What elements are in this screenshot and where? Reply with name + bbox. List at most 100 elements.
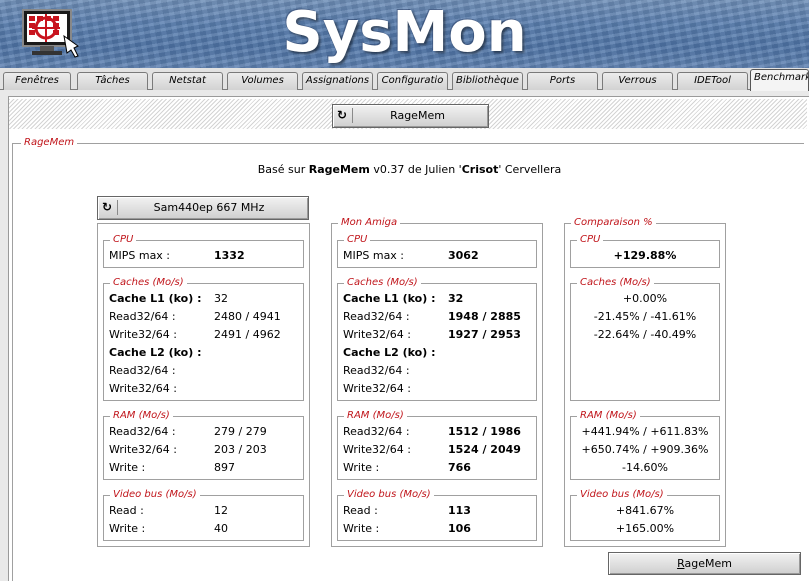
- machine-select-button[interactable]: ↻ Sam440ep 667 MHz: [97, 196, 309, 220]
- compare-ram-legend: RAM (Mo/s): [577, 409, 640, 423]
- ragemem-group-legend: RageMem: [21, 136, 78, 150]
- tab-bar: Fenêtres Tâches Netstat Volumes Assignat…: [0, 68, 809, 91]
- credit-suffix: ' Cervellera: [498, 163, 562, 176]
- refresh-icon: ↻: [337, 108, 353, 123]
- tab-taches[interactable]: Tâches: [77, 72, 148, 90]
- ref-l1-value: 32: [214, 292, 228, 305]
- mine-cpu-legend: CPU: [344, 233, 371, 247]
- compare-caches-legend: Caches (Mo/s): [577, 276, 654, 290]
- ref-l2-label: Cache L2 (ko) :: [109, 346, 202, 359]
- ref-ram-read-label: Read32/64 :: [109, 425, 176, 438]
- ragemem-run-label: ageMem: [684, 557, 732, 570]
- mine-video-read-label: Read :: [343, 504, 378, 517]
- mine-l1-label: Cache L1 (ko) :: [343, 292, 436, 305]
- ref-ram-legend: RAM (Mo/s): [110, 409, 173, 423]
- tab-configuration[interactable]: Configuratio: [377, 72, 448, 90]
- mine-column: Mon Amiga CPU MIPS max : 3062 Caches (Mo…: [331, 216, 543, 547]
- ragemem-top-button-label: RageMem: [390, 109, 445, 122]
- mine-l1-write-label: Write32/64 :: [343, 328, 411, 341]
- mine-video-group: Video bus (Mo/s) Read : 113 Write : 106: [337, 488, 537, 541]
- tab-fenetres[interactable]: Fenêtres: [3, 72, 71, 90]
- ref-mips-value: 1332: [214, 249, 245, 262]
- ref-l2-read-label: Read32/64 :: [109, 364, 176, 377]
- credit-nick: Crisot: [461, 163, 499, 176]
- tab-verrous[interactable]: Verrous: [602, 72, 673, 90]
- ragemem-run-button[interactable]: RageMem: [608, 552, 801, 575]
- mine-ram-legend: RAM (Mo/s): [344, 409, 407, 423]
- ref-cpu-group: CPU MIPS max : 1332: [103, 233, 304, 268]
- tab-volumes[interactable]: Volumes: [227, 72, 298, 90]
- compare-ram-w-value: -14.60%: [622, 461, 668, 474]
- mine-l1-read-label: Read32/64 :: [343, 310, 410, 323]
- mine-caches-group: Caches (Mo/s) Cache L1 (ko) : 32 Read32/…: [337, 276, 537, 401]
- mine-video-legend: Video bus (Mo/s): [344, 488, 434, 502]
- compare-video-write-value: +165.00%: [615, 522, 675, 535]
- ref-l1-write-value: 2491 / 4962: [214, 328, 281, 341]
- ref-ram-w-value: 897: [214, 461, 235, 474]
- app-title: SysMon: [282, 0, 527, 65]
- ref-l1-write-label: Write32/64 :: [109, 328, 177, 341]
- mine-ram-w-value: 766: [448, 461, 471, 474]
- mine-cpu-group: CPU MIPS max : 3062: [337, 233, 537, 268]
- compare-mips-value: +129.88%: [613, 249, 677, 262]
- compare-l1-read-value: -21.45% / -41.61%: [593, 310, 697, 323]
- tab-ports[interactable]: Ports: [527, 72, 598, 90]
- mine-ram-read-label: Read32/64 :: [343, 425, 410, 438]
- ref-ram-write-value: 203 / 203: [214, 443, 267, 456]
- compare-cpu-legend: CPU: [577, 233, 604, 247]
- mine-ram-write-value: 1524 / 2049: [448, 443, 521, 456]
- mine-l1-write-value: 1927 / 2953: [448, 328, 521, 341]
- mine-l2-label: Cache L2 (ko) :: [343, 346, 436, 359]
- ref-video-group: Video bus (Mo/s) Read : 12 Write : 40: [103, 488, 304, 541]
- ref-mips-label: MIPS max :: [109, 249, 171, 262]
- tab-benchmark[interactable]: Benchmark: [750, 69, 809, 91]
- credit-program: RageMem: [308, 163, 370, 176]
- ref-column: CPU MIPS max : 1332 Caches (Mo/s) Cache …: [97, 223, 310, 547]
- compare-ram-read-value: +441.94% / +611.83%: [581, 425, 709, 438]
- credit-middle: v0.37 de Julien ': [369, 163, 462, 176]
- ref-ram-write-label: Write32/64 :: [109, 443, 177, 456]
- mine-l2-write-label: Write32/64 :: [343, 382, 411, 395]
- compare-ram-group: RAM (Mo/s) +441.94% / +611.83% +650.74% …: [570, 409, 720, 480]
- ref-caches-group: Caches (Mo/s) Cache L1 (ko) : 32 Read32/…: [103, 276, 304, 401]
- ref-l2-write-label: Write32/64 :: [109, 382, 177, 395]
- mine-ram-group: RAM (Mo/s) Read32/64 : 1512 / 1986 Write…: [337, 409, 537, 480]
- ragemem-top-button[interactable]: ↻ RageMem: [332, 104, 489, 128]
- mine-column-legend: Mon Amiga: [338, 216, 401, 230]
- compare-ram-write-value: +650.74% / +909.36%: [581, 443, 709, 456]
- credit-line: Basé sur RageMem v0.37 de Julien 'Crisot…: [9, 163, 809, 176]
- mine-ram-w-label: Write :: [343, 461, 380, 474]
- ref-caches-legend: Caches (Mo/s): [110, 276, 187, 290]
- mine-mips-value: 3062: [448, 249, 479, 262]
- compare-column: Comparaison % CPU +129.88% Caches (Mo/s)…: [564, 216, 726, 547]
- ref-l1-label: Cache L1 (ko) :: [109, 292, 202, 305]
- ref-l1-read-label: Read32/64 :: [109, 310, 176, 323]
- compare-caches-group: Caches (Mo/s) +0.00% -21.45% / -41.61% -…: [570, 276, 720, 401]
- tab-idetool[interactable]: IDETool: [677, 72, 748, 90]
- compare-video-read-value: +841.67%: [615, 504, 675, 517]
- compare-column-legend: Comparaison %: [571, 216, 656, 230]
- mine-video-read-value: 113: [448, 504, 471, 517]
- ref-ram-group: RAM (Mo/s) Read32/64 : 279 / 279 Write32…: [103, 409, 304, 480]
- mine-ram-write-label: Write32/64 :: [343, 443, 411, 456]
- benchmark-panel: ↻ RageMem RageMem Basé sur RageMem v0.37…: [8, 96, 809, 581]
- mine-ram-read-value: 1512 / 1986: [448, 425, 521, 438]
- compare-l1-write-value: -22.64% / -40.49%: [593, 328, 697, 341]
- ref-video-read-label: Read :: [109, 504, 144, 517]
- app-banner: SysMon: [0, 0, 809, 68]
- compare-video-legend: Video bus (Mo/s): [577, 488, 667, 502]
- refresh-icon: ↻: [102, 200, 118, 215]
- tab-assignations[interactable]: Assignations: [302, 72, 373, 90]
- credit-prefix: Basé sur: [257, 163, 309, 176]
- compare-l1-value: +0.00%: [622, 292, 668, 305]
- mine-video-write-label: Write :: [343, 522, 380, 535]
- compare-video-group: Video bus (Mo/s) +841.67% +165.00%: [570, 488, 720, 541]
- ref-video-legend: Video bus (Mo/s): [110, 488, 200, 502]
- mine-l1-read-value: 1948 / 2885: [448, 310, 521, 323]
- tab-netstat[interactable]: Netstat: [152, 72, 223, 90]
- machine-select-label: Sam440ep 667 MHz: [153, 201, 265, 214]
- mine-mips-label: MIPS max :: [343, 249, 405, 262]
- tab-bibliotheque[interactable]: Bibliothèque: [452, 72, 523, 90]
- mine-video-write-value: 106: [448, 522, 471, 535]
- ref-ram-w-label: Write :: [109, 461, 146, 474]
